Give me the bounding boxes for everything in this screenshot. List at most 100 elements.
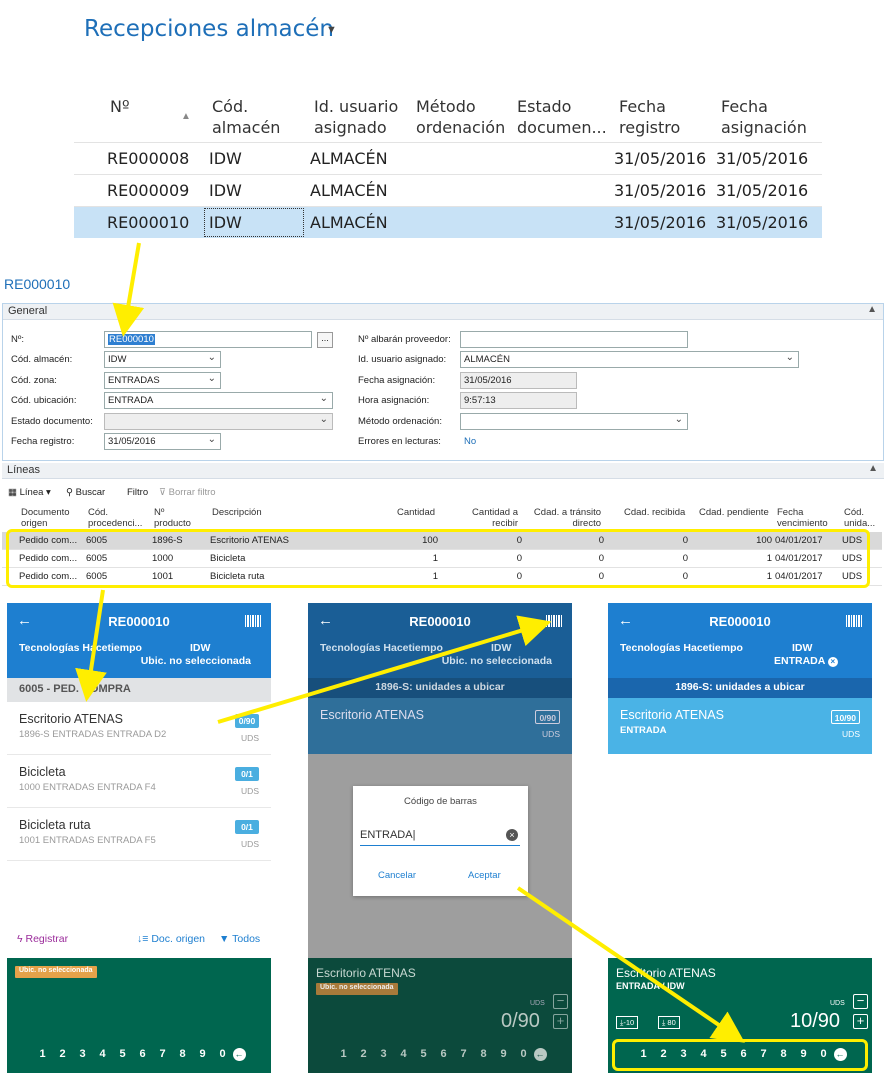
field-usuario-select[interactable]: ALMACÉN ⌄ xyxy=(460,351,799,368)
minus-10-button[interactable]: ⤓-10 xyxy=(616,1016,639,1029)
col-header-recibida[interactable]: Cdad. recibida xyxy=(624,507,685,518)
col-header-transito[interactable]: Cdad. a tránsito directo xyxy=(523,507,601,529)
key-1[interactable]: 1 xyxy=(334,1048,354,1060)
field-no-input[interactable]: RE000010 xyxy=(104,331,312,348)
plus-button[interactable]: + xyxy=(553,1014,568,1029)
col-header-metodo[interactable]: Método ordenación xyxy=(416,96,505,138)
list-item[interactable]: Escritorio ATENAS 1896-S ENTRADAS ENTRAD… xyxy=(7,702,271,755)
backspace-icon[interactable]: ← xyxy=(533,1048,547,1061)
field-label-metodo: Método ordenación: xyxy=(358,416,442,427)
lines-section-header[interactable]: Líneas ▲ xyxy=(2,463,884,479)
key-1[interactable]: 1 xyxy=(33,1048,53,1060)
borrar-filtro-button[interactable]: ⊽ Borrar filtro xyxy=(159,487,216,498)
filtro-button[interactable]: Filtro xyxy=(127,487,148,498)
field-fecha-registro-select[interactable]: 31/05/2016 ⌄ xyxy=(104,433,221,450)
uds-label: UDS xyxy=(830,1000,845,1007)
numpad: 1 2 3 4 5 6 7 8 9 0 ← xyxy=(308,1048,572,1061)
col-header-cantidad-recibir[interactable]: Cantidad a recibir xyxy=(460,507,518,529)
barcode-icon[interactable] xyxy=(245,615,261,627)
key-5[interactable]: 5 xyxy=(113,1048,133,1060)
col-header-descripcion[interactable]: Descripción xyxy=(212,507,262,518)
field-estado-select[interactable]: ⌄ xyxy=(104,413,333,430)
key-9[interactable]: 9 xyxy=(193,1048,213,1060)
col-header-fecha-asignacion[interactable]: Fecha asignación xyxy=(721,96,807,138)
barcode-icon[interactable] xyxy=(846,615,862,627)
set-80-button[interactable]: ⤓ 80 xyxy=(658,1016,680,1029)
todos-button[interactable]: ▼ Todos xyxy=(219,933,260,945)
item-name: Escritorio ATENAS xyxy=(19,712,123,726)
key-3[interactable]: 3 xyxy=(374,1048,394,1060)
selected-item[interactable]: Escritorio ATENAS ENTRADA 10/90 UDS xyxy=(608,698,872,754)
barcode-input[interactable]: ENTRADA| × xyxy=(360,826,520,846)
list-row[interactable]: RE000008 IDW ALMACÉN 31/05/2016 31/05/20… xyxy=(74,142,822,174)
col-header-vencimiento[interactable]: Fecha vencimiento xyxy=(777,507,828,529)
cell-no: RE000008 xyxy=(107,149,190,168)
unit-label: UDS xyxy=(241,839,259,849)
barcode-icon[interactable] xyxy=(546,615,562,627)
key-4[interactable]: 4 xyxy=(394,1048,414,1060)
minus-button[interactable]: − xyxy=(553,994,568,1009)
general-label: General xyxy=(8,305,48,317)
field-zona-select[interactable]: ENTRADAS ⌄ xyxy=(104,372,221,389)
list-row-selected[interactable]: RE000010 IDW ALMACÉN 31/05/2016 31/05/20… xyxy=(74,206,822,238)
col-header-producto[interactable]: Nº producto xyxy=(154,507,191,529)
plus-button[interactable]: + xyxy=(853,1014,868,1029)
key-0[interactable]: 0 xyxy=(213,1048,233,1060)
buscar-button[interactable]: ⚲ Buscar xyxy=(66,487,105,498)
key-2[interactable]: 2 xyxy=(354,1048,374,1060)
key-2[interactable]: 2 xyxy=(53,1048,73,1060)
field-almacen-select[interactable]: IDW ⌄ xyxy=(104,351,221,368)
key-8[interactable]: 8 xyxy=(173,1048,193,1060)
clear-icon[interactable]: × xyxy=(506,829,518,841)
field-no-value: RE000010 xyxy=(108,334,155,345)
cancel-button[interactable]: Cancelar xyxy=(378,870,416,881)
document-link[interactable]: RE000010 xyxy=(4,276,70,292)
doc-origen-button[interactable]: ↓≡ Doc. origen xyxy=(137,933,205,945)
field-errores-link[interactable]: No xyxy=(464,436,476,447)
key-7[interactable]: 7 xyxy=(153,1048,173,1060)
chevron-down-icon: ▾ xyxy=(46,487,51,498)
lookup-button[interactable]: ... xyxy=(317,332,333,348)
list-item[interactable]: Bicicleta 1000 ENTRADAS ENTRADA F4 0/1 U… xyxy=(7,755,271,808)
selected-item[interactable]: Escritorio ATENAS 0/90 UDS xyxy=(308,698,572,754)
col-header-estado[interactable]: Estado documen... xyxy=(517,96,607,138)
col-header-no[interactable]: Nº xyxy=(110,96,130,117)
key-8[interactable]: 8 xyxy=(474,1048,494,1060)
grid-icon: ▦ xyxy=(8,487,17,498)
key-4[interactable]: 4 xyxy=(93,1048,113,1060)
key-6[interactable]: 6 xyxy=(434,1048,454,1060)
col-header-pendiente[interactable]: Cdad. pendiente xyxy=(699,507,769,518)
bottom-item-name: Escritorio ATENAS xyxy=(316,966,416,980)
backspace-icon[interactable]: ← xyxy=(232,1048,246,1061)
field-albaran-input[interactable] xyxy=(460,331,688,348)
field-label-hora: Hora asignación: xyxy=(358,395,430,406)
key-0[interactable]: 0 xyxy=(514,1048,534,1060)
col-header-usuario[interactable]: Id. usuario asignado xyxy=(314,96,398,138)
linea-menu-button[interactable]: ▦ Línea ▾ xyxy=(8,487,51,498)
col-header-almacen[interactable]: Cód. almacén xyxy=(212,96,280,138)
registrar-button[interactable]: ϟ Registrar xyxy=(17,933,68,945)
clear-icon[interactable]: × xyxy=(827,657,838,667)
field-ubicacion-select[interactable]: ENTRADA ⌄ xyxy=(104,392,333,409)
collapse-icon[interactable]: ▲ xyxy=(867,304,877,315)
list-item[interactable]: Bicicleta ruta 1001 ENTRADAS ENTRADA F5 … xyxy=(7,808,271,861)
col-header-cantidad[interactable]: Cantidad xyxy=(397,507,435,518)
col-header-fecha-registro[interactable]: Fecha registro xyxy=(619,96,680,138)
key-5[interactable]: 5 xyxy=(414,1048,434,1060)
zona-tag[interactable]: ENTRADA × xyxy=(774,655,838,667)
accept-button[interactable]: Aceptar xyxy=(468,870,501,881)
title-dropdown-icon[interactable]: ▼ xyxy=(326,24,337,36)
field-metodo-select[interactable]: ⌄ xyxy=(460,413,688,430)
list-row[interactable]: RE000009 IDW ALMACÉN 31/05/2016 31/05/20… xyxy=(74,174,822,206)
key-3[interactable]: 3 xyxy=(73,1048,93,1060)
key-6[interactable]: 6 xyxy=(133,1048,153,1060)
col-header-unidad[interactable]: Cód. unida... xyxy=(844,507,875,529)
col-header-procedencia[interactable]: Cód. procedenci... xyxy=(88,507,142,529)
col-header-documento[interactable]: Documento origen xyxy=(21,507,70,529)
key-9[interactable]: 9 xyxy=(494,1048,514,1060)
minus-button[interactable]: − xyxy=(853,994,868,1009)
sort-asc-icon[interactable]: ▲ xyxy=(181,111,191,122)
key-7[interactable]: 7 xyxy=(454,1048,474,1060)
collapse-icon[interactable]: ▲ xyxy=(868,463,878,474)
general-section-header[interactable]: General ▲ xyxy=(3,304,883,320)
